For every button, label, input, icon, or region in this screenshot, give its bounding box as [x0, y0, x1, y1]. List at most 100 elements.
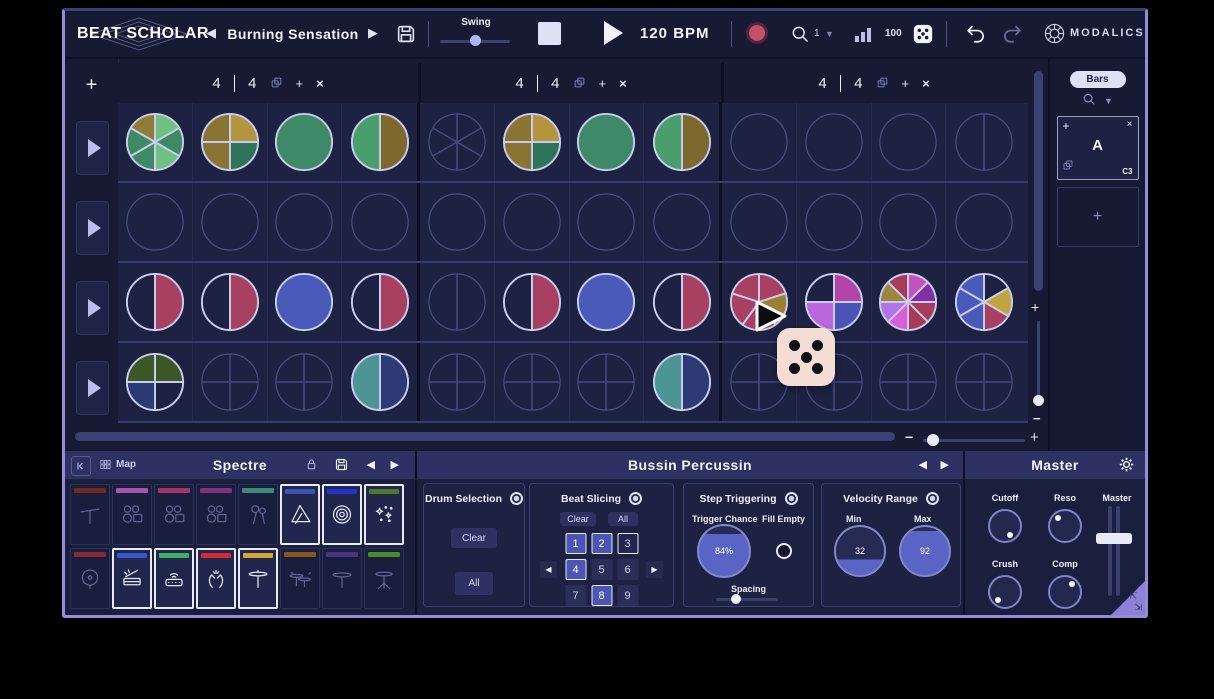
add-measure-icon[interactable]: + — [296, 77, 304, 90]
slice-count-2[interactable]: 2 — [591, 533, 612, 554]
beat-circle[interactable] — [495, 183, 570, 261]
beat-circle[interactable] — [644, 263, 719, 341]
beat-circle[interactable] — [193, 103, 268, 181]
time-signature-numerator[interactable]: 4 — [515, 75, 523, 92]
row-play-button[interactable] — [76, 361, 109, 415]
pattern-prev-button[interactable]: ◀ — [206, 25, 216, 41]
step-triggering-toggle[interactable] — [785, 492, 798, 505]
delete-measure-icon[interactable]: × — [316, 77, 324, 90]
bar-add-icon[interactable]: + — [1063, 119, 1070, 133]
beat-slicing-toggle[interactable] — [629, 492, 642, 505]
add-measure-icon[interactable]: + — [599, 77, 607, 90]
beat-circle[interactable] — [495, 343, 570, 421]
pattern-name[interactable]: Burning Sensation — [223, 26, 363, 42]
beat-circle[interactable] — [193, 343, 268, 421]
drum-selection-toggle[interactable] — [510, 492, 523, 505]
bars-tab[interactable]: Bars — [1070, 71, 1126, 88]
save-icon[interactable] — [395, 23, 417, 50]
vzoom-slider-handle[interactable] — [1033, 395, 1044, 406]
drum-selection-all-button[interactable]: All — [455, 572, 493, 595]
reso-knob[interactable] — [1048, 509, 1082, 543]
drum-pad-pad[interactable] — [154, 548, 194, 609]
add-bar-slot[interactable]: + — [1057, 187, 1139, 247]
beat-circle[interactable] — [268, 263, 343, 341]
beat-circle[interactable] — [644, 343, 719, 421]
add-measure-icon[interactable]: + — [902, 77, 910, 90]
dice-randomize-icon[interactable] — [912, 23, 934, 50]
beat-circle[interactable] — [193, 263, 268, 341]
hzoom-in-button[interactable]: + — [1030, 429, 1039, 446]
trigger-chance-knob[interactable]: 84% — [697, 524, 751, 578]
beat-circle[interactable] — [342, 343, 417, 421]
drum-pad-stand[interactable] — [364, 548, 404, 609]
undo-icon[interactable] — [963, 22, 987, 51]
beat-circle[interactable] — [872, 343, 947, 421]
beat-circle[interactable] — [193, 183, 268, 261]
beat-circle[interactable] — [872, 103, 947, 181]
add-row-button[interactable]: + — [65, 67, 118, 103]
beat-circle[interactable] — [946, 183, 1021, 261]
drum-pad-ride[interactable] — [322, 548, 362, 609]
beat-circle[interactable] — [946, 343, 1021, 421]
beat-circle[interactable] — [420, 103, 495, 181]
beat-circle[interactable] — [797, 183, 872, 261]
drum-pad-cymbal[interactable] — [70, 484, 110, 545]
row-play-button[interactable] — [76, 201, 109, 255]
kit-next-button[interactable]: ▶ — [391, 458, 399, 471]
drum-pad-gong[interactable] — [70, 548, 110, 609]
drum-pad-cymbals[interactable] — [280, 548, 320, 609]
cutoff-knob[interactable] — [988, 509, 1022, 543]
drum-pad-sparkles[interactable] — [364, 484, 404, 545]
row-play-button[interactable] — [76, 121, 109, 175]
bar-copy-icon[interactable] — [1062, 158, 1074, 176]
record-button[interactable] — [746, 22, 768, 44]
drum-pad-clap[interactable] — [196, 548, 236, 609]
slice-count-7[interactable]: 7 — [565, 585, 586, 606]
time-signature-denominator[interactable]: 4 — [854, 75, 862, 92]
bar-delete-icon[interactable]: × — [1127, 119, 1133, 130]
beat-circle[interactable] — [420, 343, 495, 421]
velocity-min-knob[interactable]: 32 — [834, 525, 886, 577]
zoom-magnifier-icon[interactable] — [790, 24, 810, 49]
slice-page-prev-button[interactable]: ◀ — [540, 561, 557, 578]
drum-pad-target[interactable] — [322, 484, 362, 545]
time-signature-denominator[interactable]: 4 — [248, 75, 256, 92]
beat-circle[interactable] — [872, 263, 947, 341]
beat-circle[interactable] — [570, 263, 645, 341]
drum-pad-maracas[interactable] — [238, 484, 278, 545]
slice-count-4[interactable]: 4 — [565, 559, 586, 580]
horizontal-scrollbar[interactable] — [75, 432, 895, 441]
slice-count-6[interactable]: 6 — [617, 559, 638, 580]
kit-name[interactable]: Spectre — [213, 457, 267, 473]
beat-slicing-all-button[interactable]: All — [608, 512, 638, 526]
hzoom-slider-handle[interactable] — [927, 434, 939, 446]
vzoom-out-button[interactable]: − — [1033, 411, 1041, 426]
delete-measure-icon[interactable]: × — [619, 77, 627, 90]
copy-measure-icon[interactable] — [573, 76, 586, 91]
play-button[interactable] — [604, 21, 623, 45]
drum-pad-drumkit[interactable] — [112, 484, 152, 545]
slice-count-1[interactable]: 1 — [565, 533, 586, 554]
beat-circle[interactable] — [118, 183, 193, 261]
beat-circle[interactable] — [644, 183, 719, 261]
level-bars-icon[interactable] — [855, 26, 873, 47]
hzoom-out-button[interactable]: − — [905, 429, 913, 445]
drum-pad-drumkit[interactable] — [196, 484, 236, 545]
comp-knob[interactable] — [1048, 575, 1082, 609]
drum-pad-snare[interactable] — [112, 548, 152, 609]
drum-pad-hihat[interactable] — [238, 548, 278, 609]
stop-button[interactable] — [538, 22, 561, 45]
beat-circle[interactable] — [342, 263, 417, 341]
swing-slider-handle[interactable] — [470, 35, 481, 46]
randomizer-next-button[interactable]: ▶ — [941, 458, 949, 471]
slice-count-3[interactable]: 3 — [617, 533, 638, 554]
slice-count-8[interactable]: 8 — [591, 585, 612, 606]
lock-icon[interactable] — [304, 457, 319, 477]
vzoom-slider[interactable] — [1037, 321, 1040, 401]
beat-circle[interactable] — [797, 103, 872, 181]
slice-count-9[interactable]: 9 — [617, 585, 638, 606]
beat-circle[interactable] — [342, 103, 417, 181]
collapse-panel-button[interactable] — [71, 456, 91, 476]
beat-circle[interactable] — [268, 103, 343, 181]
velocity-range-toggle[interactable] — [926, 492, 939, 505]
